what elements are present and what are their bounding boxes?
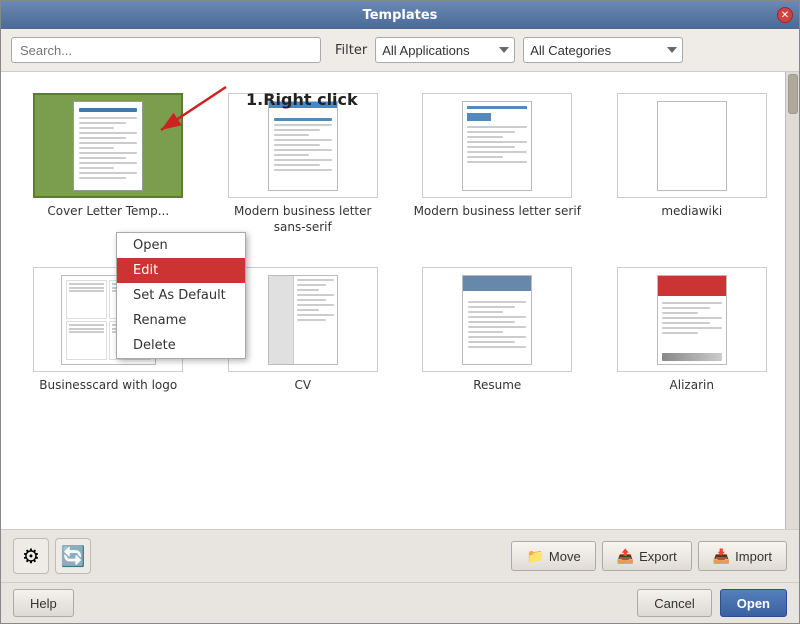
filter-categories-select[interactable]: All Categories Business Education Person… — [523, 37, 683, 63]
refresh-icon: 🔄 — [61, 544, 86, 569]
template-label-modern-sans: Modern business letter sans-serif — [217, 204, 390, 235]
template-item-cover-letter[interactable]: Cover Letter Temp... — [16, 87, 201, 241]
move-button[interactable]: 📁 Move — [511, 541, 595, 571]
bottom-toolbar: ⚙ 🔄 📁 Move 📤 Export 📥 Import — [1, 529, 799, 582]
context-menu-edit[interactable]: Edit — [117, 258, 245, 283]
filter-label: Filter — [335, 43, 367, 58]
scrollbar-track[interactable] — [785, 72, 799, 529]
cancel-button[interactable]: Cancel — [637, 589, 711, 617]
template-label-cv: CV — [294, 378, 311, 394]
close-button[interactable]: ✕ — [777, 7, 793, 23]
template-item-mediawiki[interactable]: mediawiki — [600, 87, 785, 241]
refresh-icon-button[interactable]: 🔄 — [55, 538, 91, 574]
context-menu-delete[interactable]: Delete — [117, 333, 245, 358]
export-icon: 📤 — [617, 548, 634, 565]
import-icon: 📥 — [713, 548, 730, 565]
import-label: Import — [735, 549, 772, 564]
template-item-modern-sans[interactable]: Modern business letter sans-serif — [211, 87, 396, 241]
footer-right: Cancel Open — [637, 589, 787, 617]
template-thumb-cover-letter — [33, 93, 183, 198]
toolbar: Filter All Applications Writer Calc Impr… — [1, 29, 799, 72]
template-label-mediawiki: mediawiki — [661, 204, 722, 220]
template-label-businesscard: Businesscard with logo — [39, 378, 177, 394]
export-button[interactable]: 📤 Export — [602, 541, 692, 571]
template-label-alizarin: Alizarin — [670, 378, 714, 394]
context-menu: Open Edit Set As Default Rename Delete — [116, 232, 246, 359]
gear-icon: ⚙ — [22, 544, 40, 569]
move-icon: 📁 — [526, 548, 543, 565]
dialog-title: Templates — [363, 8, 438, 23]
template-item-resume[interactable]: Resume — [405, 261, 590, 400]
search-input[interactable] — [11, 37, 321, 63]
context-menu-open[interactable]: Open — [117, 233, 245, 258]
help-button[interactable]: Help — [13, 589, 74, 617]
open-button[interactable]: Open — [720, 589, 787, 617]
settings-icon-button[interactable]: ⚙ — [13, 538, 49, 574]
filter-applications-select[interactable]: All Applications Writer Calc Impress — [375, 37, 515, 63]
scrollbar-thumb[interactable] — [788, 74, 798, 114]
template-item-modern-serif[interactable]: Modern business letter serif — [405, 87, 590, 241]
title-bar: Templates ✕ — [1, 1, 799, 29]
move-label: Move — [549, 549, 581, 564]
export-label: Export — [639, 549, 677, 564]
context-menu-rename[interactable]: Rename — [117, 308, 245, 333]
template-label-cover-letter: Cover Letter Temp... — [47, 204, 169, 220]
context-menu-set-default[interactable]: Set As Default — [117, 283, 245, 308]
content-area: Cover Letter Temp... — [1, 72, 799, 529]
template-item-alizarin[interactable]: Alizarin — [600, 261, 785, 400]
footer-left: Help — [13, 589, 74, 617]
template-label-resume: Resume — [473, 378, 521, 394]
footer: Help Cancel Open — [1, 582, 799, 623]
import-button[interactable]: 📥 Import — [698, 541, 787, 571]
templates-dialog: Templates ✕ Filter All Applications Writ… — [0, 0, 800, 624]
template-label-modern-serif: Modern business letter serif — [414, 204, 581, 220]
